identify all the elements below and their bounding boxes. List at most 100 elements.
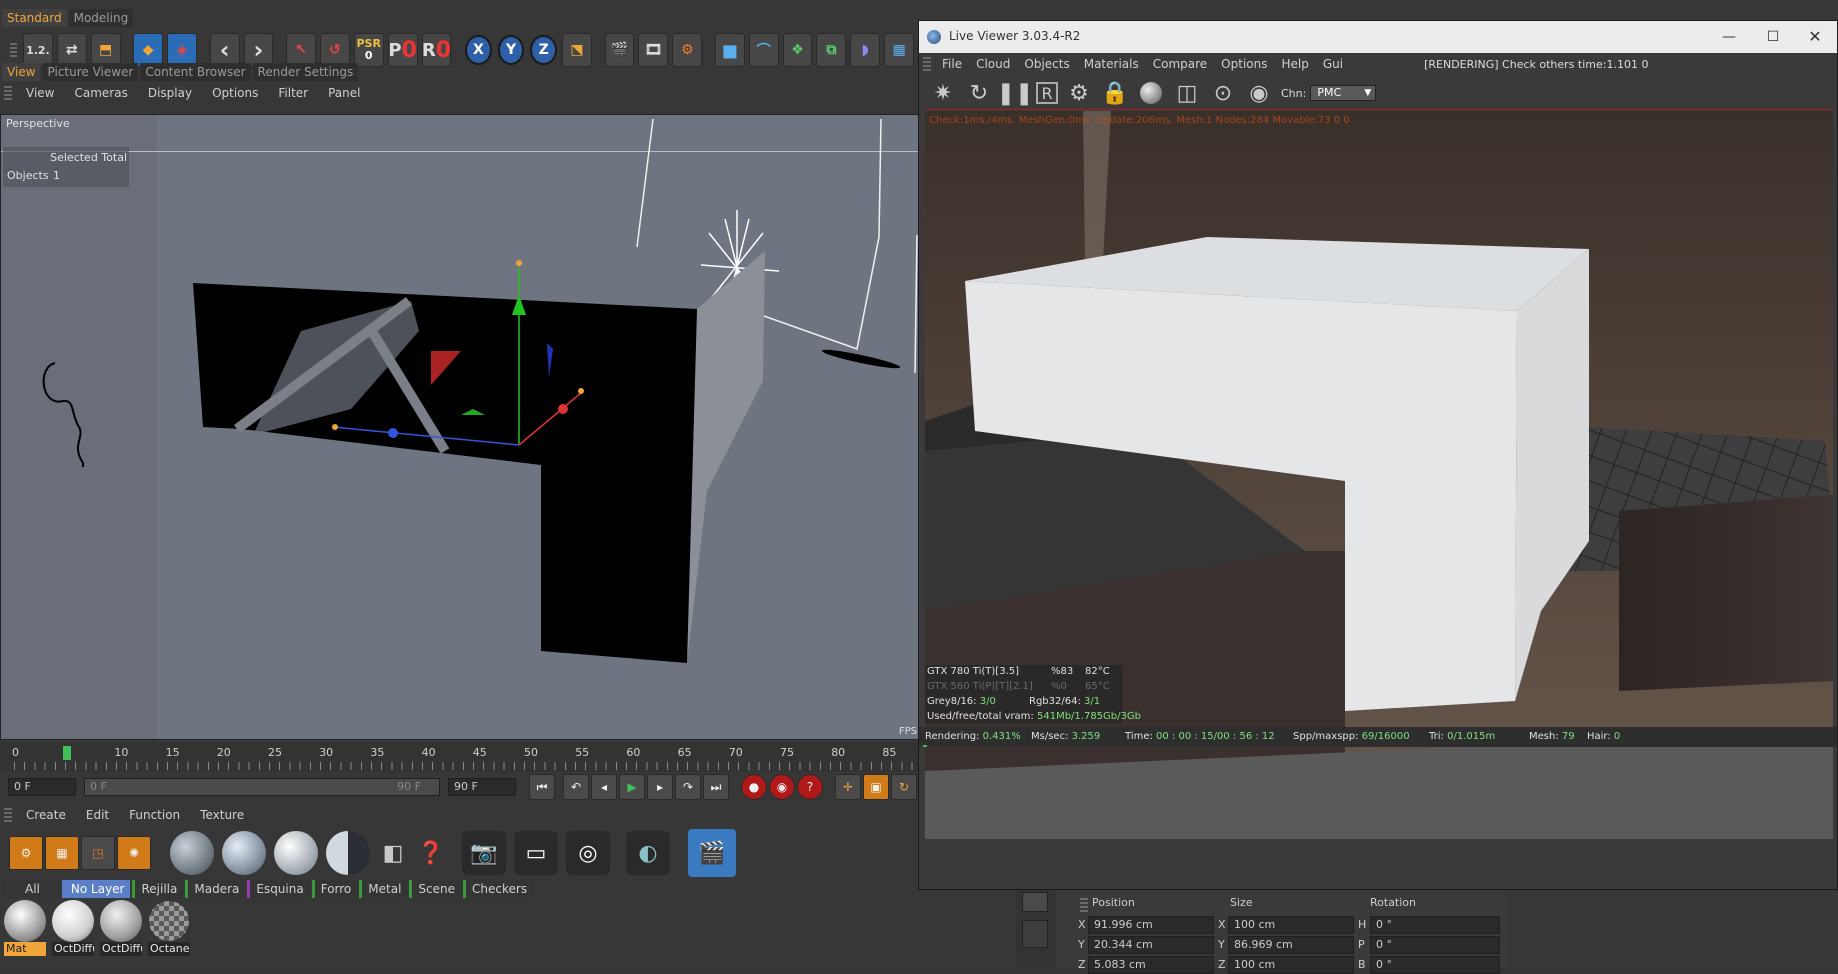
lasso-icon[interactable]: ↺ — [319, 33, 350, 67]
lock-icon[interactable]: 🔒 — [1100, 78, 1130, 108]
coordinate-system-icon[interactable]: ⬔ — [562, 33, 592, 67]
size-x-field[interactable]: 100 cm — [1228, 916, 1354, 934]
octane-render-logo[interactable]: 🎬 — [688, 829, 736, 877]
tab-view[interactable]: View — [2, 63, 41, 81]
settings-gear-icon[interactable]: ⚙ — [1064, 78, 1094, 108]
key-rotation-icon[interactable]: ↻ — [891, 774, 917, 800]
target-light-icon[interactable]: ◎ — [566, 831, 610, 875]
channel-select[interactable]: PMC ▼ — [1310, 85, 1377, 101]
next-key-icon[interactable]: ↷ — [675, 774, 701, 800]
tab-content-browser[interactable]: Content Browser — [140, 63, 251, 81]
play-icon[interactable]: ▶ — [619, 774, 645, 800]
lv-menu-objects[interactable]: Objects — [1017, 57, 1076, 71]
tab-picture-viewer[interactable]: Picture Viewer — [42, 63, 139, 81]
end-frame-field[interactable]: 90 F — [448, 778, 516, 796]
select-cursor-icon[interactable]: ↖ — [286, 33, 316, 67]
size-z-field[interactable]: 100 cm — [1228, 956, 1354, 974]
live-viewer-camera-icon[interactable]: 📷 — [462, 831, 506, 875]
redo-icon[interactable]: ⇄ — [56, 33, 87, 67]
layer-tab-metal[interactable]: Metal — [359, 880, 408, 898]
viewport-menu-filter[interactable]: Filter — [268, 86, 318, 100]
x-axis-lock-button[interactable]: X — [465, 35, 492, 65]
previous-key-icon[interactable]: ↶ — [563, 774, 589, 800]
layout-tab-modeling[interactable]: Modeling — [68, 9, 134, 27]
lv-menu-help[interactable]: Help — [1274, 57, 1315, 71]
layer-tab-no-layer[interactable]: No Layer — [61, 880, 131, 898]
pick-material-icon[interactable]: ◉ — [1244, 78, 1274, 108]
layer-tab-all[interactable]: All — [2, 880, 60, 898]
close-button[interactable]: ✕ — [1799, 25, 1831, 49]
timeline-playhead[interactable] — [63, 746, 72, 760]
specular-sphere-icon[interactable] — [274, 831, 318, 875]
material-thumb[interactable]: OctDiffu — [100, 900, 142, 956]
key-scale-icon[interactable]: ▣ — [863, 774, 889, 800]
coords-hierarchy-icon[interactable] — [1022, 920, 1048, 948]
lv-menu-materials[interactable]: Materials — [1077, 57, 1146, 71]
render-view-icon[interactable]: 🎬 — [604, 33, 635, 67]
layer-tab-checkers[interactable]: Checkers — [463, 880, 534, 898]
octane-settings-icon[interactable]: ⚙ — [9, 836, 43, 870]
maximize-button[interactable]: ☐ — [1757, 25, 1789, 49]
lv-menu-gui[interactable]: Gui — [1316, 57, 1350, 71]
back-arrow-icon[interactable]: ‹ — [209, 33, 240, 67]
render-picture-viewer-icon[interactable]: 🎞 — [638, 33, 669, 67]
record-key-icon[interactable]: ● — [741, 774, 767, 800]
move-icon[interactable]: ◈ — [167, 33, 197, 67]
rotation-h-field[interactable]: 0 ° — [1370, 916, 1500, 934]
rotation-key-button[interactable]: R0 — [421, 33, 452, 67]
cube-primitive-icon[interactable]: ◼ — [714, 33, 745, 67]
key-position-icon[interactable]: ✛ — [835, 774, 861, 800]
render-settings-icon[interactable]: ⚙ — [672, 33, 703, 67]
layer-tab-scene[interactable]: Scene — [409, 880, 462, 898]
position-y-field[interactable]: 20.344 cm — [1088, 936, 1214, 954]
layer-tab-rejilla[interactable]: Rejilla — [132, 880, 184, 898]
autokey-icon[interactable]: ◉ — [769, 774, 795, 800]
material-thumb[interactable]: Mat — [4, 900, 46, 956]
previous-frame-icon[interactable]: ◂ — [591, 774, 617, 800]
position-x-field[interactable]: 91.996 cm — [1088, 916, 1214, 934]
lv-menu-cloud[interactable]: Cloud — [969, 57, 1017, 71]
psr-button[interactable]: PSR 0 — [353, 33, 384, 67]
deformer-icon[interactable]: ◗ — [850, 33, 881, 67]
forward-arrow-icon[interactable]: › — [243, 33, 274, 67]
material-menu-create[interactable]: Create — [16, 808, 76, 822]
viewport-menu-grip[interactable] — [4, 86, 12, 100]
portal-material-icon[interactable]: ◧ — [378, 838, 408, 868]
y-axis-lock-button[interactable]: Y — [497, 35, 525, 65]
lv-menu-grip[interactable] — [923, 57, 931, 71]
viewport-menu-display[interactable]: Display — [138, 86, 202, 100]
live-select-icon[interactable]: ◆ — [133, 33, 164, 67]
rotation-p-field[interactable]: 0 ° — [1370, 936, 1500, 954]
timeline[interactable]: 0510152025303540455055606570758085 — [0, 742, 920, 772]
current-frame-field[interactable]: 0 F — [8, 778, 76, 796]
rotation-b-field[interactable]: 0 ° — [1370, 956, 1500, 974]
viewport-menu-cameras[interactable]: Cameras — [64, 86, 137, 100]
daylight-icon[interactable]: ◐ — [626, 831, 670, 875]
octane-camera-icon[interactable]: ◳ — [81, 836, 115, 870]
next-frame-icon[interactable]: ▸ — [647, 774, 673, 800]
area-light-icon[interactable]: ▭ — [514, 831, 558, 875]
subdivision-surface-icon[interactable]: ❖ — [782, 33, 813, 67]
octane-grid-icon[interactable]: ▦ — [45, 836, 79, 870]
viewport-menu-view[interactable]: View — [16, 86, 64, 100]
material-menu-edit[interactable]: Edit — [76, 808, 119, 822]
go-to-end-icon[interactable]: ⏭ — [703, 774, 729, 800]
live-viewer-titlebar[interactable]: Live Viewer 3.03.4-R2 — ☐ ✕ — [919, 21, 1837, 53]
material-menu-texture[interactable]: Texture — [190, 808, 254, 822]
clay-mode-icon[interactable]: ◫ — [1172, 78, 1202, 108]
toolbar-grip[interactable] — [10, 43, 17, 57]
lv-menu-file[interactable]: File — [935, 57, 969, 71]
position-key-button[interactable]: P0 — [387, 33, 418, 67]
coords-grip[interactable] — [1080, 898, 1088, 912]
material-menu-function[interactable]: Function — [119, 808, 190, 822]
material-thumb[interactable]: OctDiffu — [52, 900, 94, 956]
restart-render-icon[interactable]: ↻ — [964, 78, 994, 108]
viewport-menu-panel[interactable]: Panel — [318, 86, 370, 100]
go-to-start-icon[interactable]: ⏮ — [529, 774, 555, 800]
octane-gear-icon[interactable]: ✺ — [117, 836, 151, 870]
z-axis-lock-button[interactable]: Z — [530, 35, 558, 65]
layer-tab-esquina[interactable]: Esquina — [247, 880, 310, 898]
lv-menu-options[interactable]: Options — [1214, 57, 1274, 71]
perspective-viewport[interactable]: Perspective Selected Total Objects 1 FPS — [0, 114, 920, 740]
layout-tab-standard[interactable]: Standard — [2, 9, 67, 27]
